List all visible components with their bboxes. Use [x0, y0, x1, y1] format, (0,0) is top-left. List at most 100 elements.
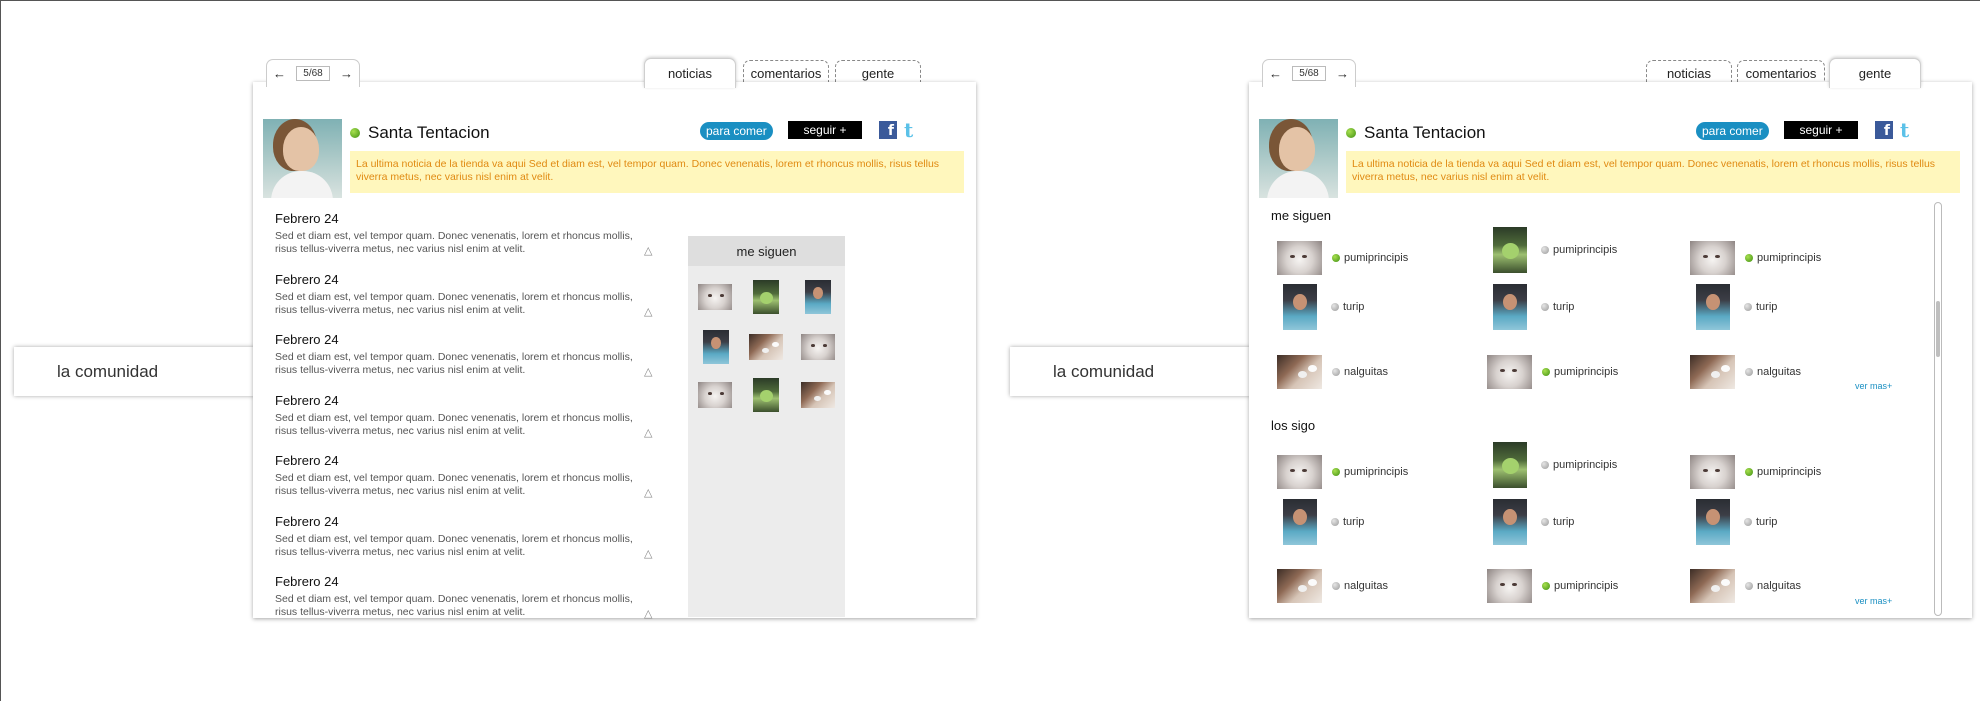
feed-text: Sed et diam est, vel tempor quam. Donec …	[275, 593, 633, 618]
offline-status-icon	[1744, 518, 1752, 526]
people-scrollbar[interactable]	[1934, 202, 1942, 616]
follower-avatar[interactable]	[801, 382, 835, 408]
profile-avatar	[263, 119, 342, 198]
online-status-icon	[1542, 582, 1550, 590]
offline-status-icon	[1744, 303, 1752, 311]
follower-avatar[interactable]	[703, 330, 729, 364]
person-name: pumiprincipis	[1344, 252, 1409, 264]
follower-avatar[interactable]	[805, 280, 831, 314]
community-label: la comunidad	[1010, 347, 1250, 396]
person-item[interactable]: pumiprincipis	[1487, 563, 1618, 609]
arrow-left-icon[interactable]: ←	[273, 66, 286, 81]
pager: ← 5/68 →	[266, 59, 360, 87]
profile-panel-people: ← 5/68 → noticias comentarios gente Sant…	[1249, 58, 1972, 618]
person-item[interactable]: nalguitas	[1690, 349, 1801, 395]
person-name: turip	[1756, 516, 1778, 528]
followers-box: me siguen	[688, 236, 845, 617]
offline-status-icon	[1745, 582, 1753, 590]
feed-text: Sed et diam est, vel tempor quam. Donec …	[275, 411, 633, 437]
category-badge[interactable]: para comer	[700, 122, 773, 140]
person-item[interactable]: turip	[1493, 284, 1574, 330]
person-item[interactable]: pumiprincipis	[1487, 349, 1618, 395]
person-name: pumiprincipis	[1554, 580, 1619, 592]
follow-button[interactable]: seguir +	[788, 121, 862, 139]
category-badge[interactable]: para comer	[1696, 122, 1769, 140]
person-name: pumiprincipis	[1344, 466, 1409, 478]
person-item[interactable]: pumiprincipis	[1493, 442, 1617, 488]
person-item[interactable]: pumiprincipis	[1690, 235, 1821, 281]
person-name: nalguitas	[1344, 580, 1389, 592]
feed-item: Febrero 24 Sed et diam est, vel tempor q…	[275, 210, 655, 271]
twitter-icon[interactable]: t	[904, 120, 922, 140]
person-avatar	[1277, 455, 1322, 489]
person-item[interactable]: turip	[1696, 284, 1777, 330]
follower-avatar[interactable]	[753, 378, 779, 412]
report-warning-icon[interactable]: △	[644, 246, 656, 257]
facebook-icon[interactable]: f	[879, 121, 897, 139]
arrow-right-icon[interactable]: →	[1336, 66, 1349, 81]
feed-date: Febrero 24	[275, 574, 339, 589]
online-status-icon	[1542, 368, 1550, 376]
news-feed: Febrero 24 Sed et diam est, vel tempor q…	[275, 210, 655, 634]
person-name: turip	[1343, 516, 1365, 528]
person-name: pumiprincipis	[1553, 244, 1618, 256]
person-item[interactable]: pumiprincipis	[1493, 227, 1617, 273]
online-status-icon	[350, 128, 360, 138]
person-item[interactable]: pumiprincipis	[1277, 235, 1408, 281]
see-more-link[interactable]: ver mas+	[1855, 381, 1892, 391]
section-title-los-sigo: los sigo	[1271, 418, 1316, 433]
report-warning-icon[interactable]: △	[644, 427, 656, 439]
person-name: turip	[1553, 301, 1575, 313]
arrow-right-icon[interactable]: →	[340, 66, 353, 81]
feed-text: Sed et diam est, vel tempor quam. Donec …	[275, 230, 633, 255]
tab-gente[interactable]: gente	[1829, 58, 1921, 88]
follower-avatar[interactable]	[749, 334, 783, 360]
person-item[interactable]: turip	[1696, 499, 1777, 545]
feed-date: Febrero 24	[275, 453, 339, 468]
person-item[interactable]: nalguitas	[1277, 563, 1388, 609]
follower-avatar[interactable]	[698, 382, 732, 408]
person-avatar	[1690, 241, 1735, 275]
twitter-icon[interactable]: t	[1900, 120, 1918, 140]
profile-name: Santa Tentacion	[368, 123, 490, 142]
tab-noticias[interactable]: noticias	[644, 58, 736, 88]
person-avatar	[1487, 355, 1532, 389]
person-item[interactable]: pumiprincipis	[1690, 449, 1821, 495]
person-item[interactable]: pumiprincipis	[1277, 449, 1408, 495]
profile-name: Santa Tentacion	[1364, 123, 1486, 142]
arrow-left-icon[interactable]: ←	[1269, 66, 1282, 81]
offline-status-icon	[1332, 368, 1340, 376]
see-more-link[interactable]: ver mas+	[1855, 596, 1892, 606]
report-warning-icon[interactable]: △	[644, 488, 656, 499]
person-avatar	[1493, 499, 1527, 545]
report-warning-icon[interactable]: △	[644, 548, 656, 560]
panel-body: Santa Tentacion para comer seguir + f t …	[253, 82, 976, 620]
person-name: turip	[1756, 301, 1778, 313]
person-avatar	[1277, 355, 1322, 389]
feed-text: Sed et diam est, vel tempor quam. Donec …	[275, 472, 633, 497]
pager: ← 5/68 →	[1262, 59, 1356, 87]
online-status-icon	[1745, 254, 1753, 262]
person-item[interactable]: turip	[1283, 499, 1364, 545]
person-avatar	[1487, 569, 1532, 603]
report-warning-icon[interactable]: △	[644, 306, 656, 318]
profile-title: Santa Tentacion	[1346, 123, 1486, 143]
person-item[interactable]: turip	[1283, 284, 1364, 330]
offline-status-icon	[1331, 518, 1339, 526]
offline-status-icon	[1332, 582, 1340, 590]
report-warning-icon[interactable]: △	[644, 609, 656, 620]
person-name: turip	[1343, 301, 1365, 313]
person-item[interactable]: turip	[1493, 499, 1574, 545]
followers-title: me siguen	[688, 236, 845, 266]
person-item[interactable]: nalguitas	[1277, 349, 1388, 395]
follower-avatar[interactable]	[698, 284, 732, 310]
follower-avatar[interactable]	[753, 280, 779, 314]
report-warning-icon[interactable]: △	[644, 367, 656, 378]
people-scroll-thumb[interactable]	[1936, 301, 1940, 357]
follower-avatar[interactable]	[801, 334, 835, 360]
follow-button[interactable]: seguir +	[1784, 121, 1858, 139]
facebook-icon[interactable]: f	[1875, 121, 1893, 139]
person-avatar	[1493, 284, 1527, 330]
person-item[interactable]: nalguitas	[1690, 563, 1801, 609]
offline-status-icon	[1541, 303, 1549, 311]
